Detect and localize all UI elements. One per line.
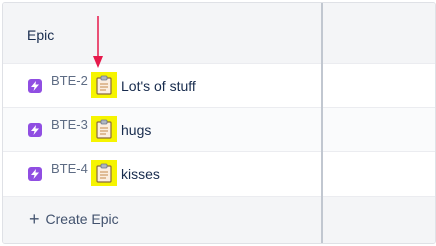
clipboard-icon[interactable] xyxy=(91,160,117,186)
epic-row[interactable]: BTE-2 Lot's of stuff xyxy=(3,63,435,108)
epic-panel: Epic BTE-2 Lot's of stuff BTE-3 hugs BTE… xyxy=(2,2,436,244)
clipboard-icon[interactable] xyxy=(91,116,117,142)
issue-key[interactable]: BTE-3 xyxy=(51,117,88,132)
clipboard-icon[interactable] xyxy=(91,72,117,98)
issue-summary[interactable]: hugs xyxy=(121,122,151,138)
issue-key[interactable]: BTE-4 xyxy=(51,161,88,176)
plus-icon: + xyxy=(29,209,40,229)
epic-type-icon xyxy=(28,79,42,93)
create-epic-button[interactable]: + Create Epic xyxy=(3,196,435,243)
create-epic-label: + Create Epic xyxy=(29,209,119,229)
issue-key[interactable]: BTE-2 xyxy=(51,73,88,88)
epic-row[interactable]: BTE-3 hugs xyxy=(3,107,435,152)
epic-type-icon xyxy=(28,123,42,137)
epic-row[interactable]: BTE-4 kisses xyxy=(3,151,435,196)
column-resize-handle[interactable] xyxy=(321,3,323,243)
issue-summary[interactable]: Lot's of stuff xyxy=(121,78,196,94)
issue-summary[interactable]: kisses xyxy=(121,166,160,182)
epic-type-icon xyxy=(28,167,42,181)
create-epic-text: Create Epic xyxy=(45,211,119,227)
epic-column-header[interactable]: Epic xyxy=(3,3,435,63)
column-title: Epic xyxy=(27,27,55,43)
